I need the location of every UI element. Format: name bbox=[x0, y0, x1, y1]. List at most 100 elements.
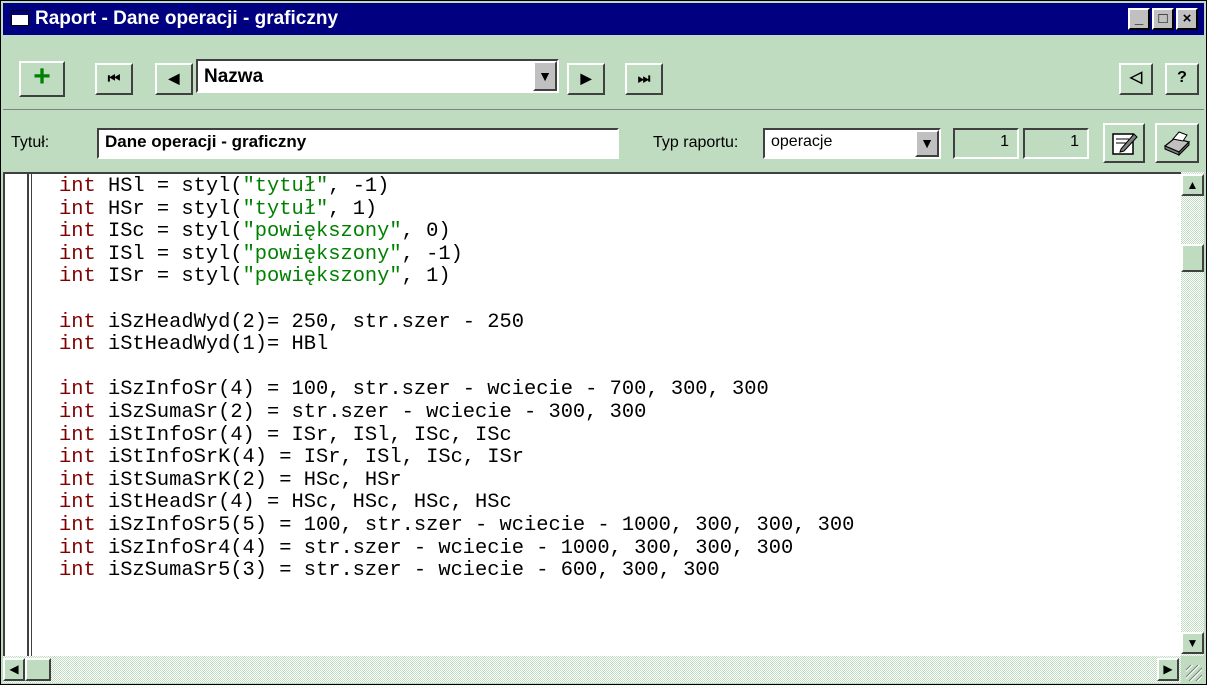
copies-field[interactable]: 1 bbox=[1023, 128, 1089, 159]
code-token: , -1) bbox=[328, 175, 390, 198]
code-token: , 0) bbox=[401, 220, 451, 244]
collapse-icon: ◁ bbox=[1129, 69, 1143, 86]
dropdown-arrow-icon[interactable]: ▼ bbox=[915, 130, 939, 157]
code-token: HSr = styl( bbox=[95, 197, 243, 221]
help-icon: ? bbox=[1177, 69, 1187, 86]
edit-button[interactable] bbox=[1103, 123, 1145, 163]
first-record-button[interactable]: ⏮ bbox=[95, 63, 133, 95]
code-keyword: int bbox=[59, 197, 96, 221]
vertical-scrollbar[interactable]: ▲ ▼ bbox=[1181, 172, 1204, 656]
page-number-field[interactable]: 1 bbox=[953, 128, 1019, 159]
minimize-button[interactable]: _ bbox=[1128, 8, 1150, 30]
code-line: int HSl = styl("tytuł", -1) bbox=[59, 175, 389, 198]
scroll-left-button[interactable]: ◀ bbox=[3, 658, 25, 681]
dropdown-arrow-icon[interactable]: ▼ bbox=[533, 61, 557, 91]
code-token: ISc = styl( bbox=[95, 220, 243, 244]
code-line: int iSzInfoSr5(5) = 100, str.szer - wcie… bbox=[59, 514, 854, 537]
report-type-select[interactable]: operacje ▼ bbox=[763, 128, 941, 159]
print-button[interactable] bbox=[1155, 123, 1199, 163]
maximize-button[interactable]: □ bbox=[1152, 8, 1174, 30]
code-token: iSzInfoSr5(5) = 100, str.szer - wciecie … bbox=[95, 513, 855, 537]
code-keyword: int bbox=[59, 310, 96, 334]
report-type-label: Typ raportu: bbox=[653, 134, 739, 151]
next-record-button[interactable]: ▶ bbox=[567, 63, 605, 95]
code-token: iSzSumaSr(2) = str.szer - wciecie - 300,… bbox=[95, 400, 647, 424]
code-line: int iStInfoSrK(4) = ISr, ISl, ISc, ISr bbox=[59, 446, 524, 469]
edit-icon bbox=[1112, 133, 1138, 155]
code-line: int ISr = styl("powiększony", 1) bbox=[59, 265, 451, 289]
code-token: iSzSumaSr5(3) = str.szer - wciecie - 600… bbox=[95, 559, 720, 583]
title-input[interactable]: Dane operacji - graficzny bbox=[97, 128, 619, 159]
code-keyword: int bbox=[59, 423, 96, 447]
horizontal-scrollbar[interactable]: ◀ ▶ bbox=[3, 656, 1181, 683]
code-keyword: int bbox=[59, 536, 96, 560]
sort-field-combo[interactable]: Nazwa ▼ bbox=[196, 59, 559, 93]
scroll-right-icon: ▶ bbox=[1163, 662, 1173, 676]
code-token: iSzInfoSr(4) = 100, str.szer - wciecie -… bbox=[95, 378, 769, 402]
first-record-icon: ⏮ bbox=[107, 70, 121, 86]
code-keyword: int bbox=[59, 491, 96, 515]
code-token: , 1) bbox=[401, 265, 451, 289]
code-line: int ISc = styl("powiększony", 0) bbox=[59, 220, 451, 243]
resize-grip-icon[interactable] bbox=[1181, 656, 1204, 683]
scroll-up-icon: ▲ bbox=[1186, 178, 1199, 192]
scroll-up-button[interactable]: ▲ bbox=[1181, 174, 1204, 196]
print-icon bbox=[1163, 131, 1191, 157]
add-icon: + bbox=[33, 60, 51, 93]
last-record-button[interactable]: ⏭ bbox=[625, 63, 663, 95]
scroll-right-button[interactable]: ▶ bbox=[1157, 658, 1179, 681]
code-string: "powiększony" bbox=[242, 242, 402, 266]
scroll-left-icon: ◀ bbox=[9, 662, 19, 676]
code-token: ISl = styl( bbox=[95, 242, 243, 266]
close-button[interactable]: × bbox=[1176, 8, 1198, 30]
code-keyword: int bbox=[59, 175, 96, 198]
code-token: iStHeadWyd(1)= HBl bbox=[95, 333, 329, 357]
vertical-scroll-thumb[interactable] bbox=[1181, 244, 1204, 272]
code-line: int iSzInfoSr(4) = 100, str.szer - wciec… bbox=[59, 378, 769, 402]
code-editor[interactable]: int HSl = styl("tytuł", -1) int HSr = st… bbox=[3, 172, 1181, 656]
code-token: iStInfoSrK(4) = ISr, ISl, ISc, ISr bbox=[95, 446, 524, 470]
scroll-down-button[interactable]: ▼ bbox=[1181, 632, 1204, 654]
code-token: , 1) bbox=[328, 197, 378, 221]
code-string: "powiększony" bbox=[242, 265, 402, 289]
code-line: int iSzHeadWyd(2)= 250, str.szer - 250 bbox=[59, 311, 524, 334]
collapse-button[interactable]: ◁ bbox=[1119, 63, 1153, 95]
code-string: "tytuł" bbox=[242, 175, 329, 198]
code-keyword: int bbox=[59, 559, 96, 583]
last-record-icon: ⏭ bbox=[637, 70, 651, 86]
code-keyword: int bbox=[59, 446, 96, 470]
code-keyword: int bbox=[59, 400, 96, 424]
sort-field-value: Nazwa bbox=[204, 66, 264, 87]
prev-record-button[interactable]: ◀ bbox=[155, 63, 193, 95]
code-token: HSl = styl( bbox=[95, 175, 243, 198]
code-text[interactable]: int HSl = styl("tytuł", -1) int HSr = st… bbox=[59, 175, 854, 583]
code-keyword: int bbox=[59, 242, 96, 266]
add-button[interactable]: + bbox=[19, 61, 65, 97]
code-string: "powiększony" bbox=[242, 220, 402, 244]
help-button[interactable]: ? bbox=[1165, 63, 1199, 95]
code-token: ISr = styl( bbox=[95, 265, 243, 289]
code-line: int ISl = styl("powiększony", -1) bbox=[59, 243, 463, 266]
code-string: "tytuł" bbox=[242, 197, 329, 221]
code-keyword: int bbox=[59, 220, 96, 244]
code-line: int iSzInfoSr4(4) = str.szer - wciecie -… bbox=[59, 537, 793, 560]
window-icon[interactable] bbox=[11, 10, 29, 26]
report-type-value: operacje bbox=[771, 133, 833, 150]
code-line: int iStHeadWyd(1)= HBl bbox=[59, 333, 328, 356]
code-keyword: int bbox=[59, 333, 96, 357]
code-keyword: int bbox=[59, 378, 96, 402]
prev-record-icon: ◀ bbox=[168, 70, 180, 86]
code-line: int iStInfoSr(4) = ISr, ISl, ISc, ISc bbox=[59, 424, 512, 447]
title-label: Tytuł: bbox=[11, 134, 50, 151]
code-token: iStSumaSrK(2) = HSc, HSr bbox=[95, 468, 402, 492]
window-title: Raport - Dane operacji - graficzny bbox=[35, 8, 339, 29]
code-line: int iSzSumaSr(2) = str.szer - wciecie - … bbox=[59, 401, 646, 424]
code-line: int iStHeadSr(4) = HSc, HSc, HSc, HSc bbox=[59, 491, 512, 515]
code-line: int HSr = styl("tytuł", 1) bbox=[59, 198, 377, 221]
title-bar[interactable]: Raport - Dane operacji - graficzny _ □ × bbox=[3, 3, 1204, 35]
code-keyword: int bbox=[59, 468, 96, 492]
code-token: iStHeadSr(4) = HSc, HSc, HSc, HSc bbox=[95, 491, 512, 515]
code-keyword: int bbox=[59, 265, 96, 289]
horizontal-scroll-thumb[interactable] bbox=[25, 658, 51, 681]
code-line: int iSzSumaSr5(3) = str.szer - wciecie -… bbox=[59, 559, 720, 582]
